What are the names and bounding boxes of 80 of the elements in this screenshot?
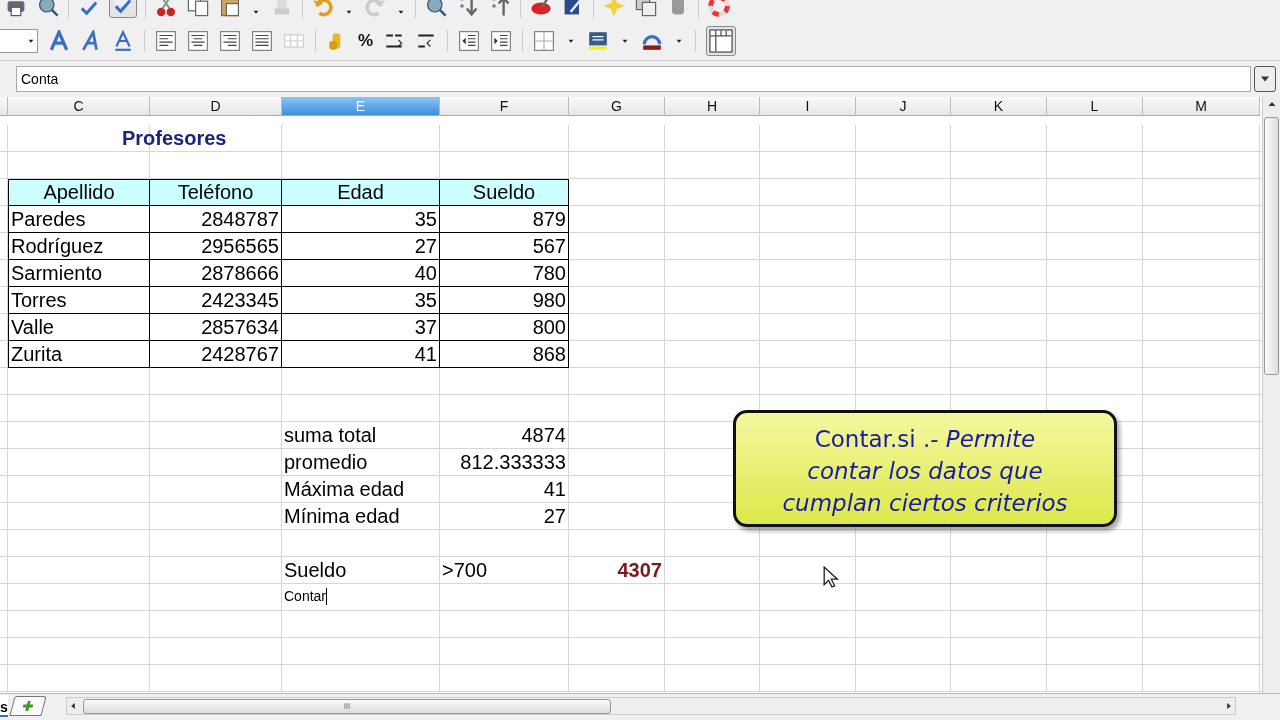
- result-cell-text: 4307: [616, 558, 663, 583]
- background-color-icon[interactable]: [587, 30, 610, 52]
- scissors-icon[interactable]: [154, 0, 178, 18]
- table-cell: 40: [282, 260, 440, 287]
- borders-icon[interactable]: [533, 30, 556, 52]
- column-header[interactable]: J: [856, 97, 951, 116]
- bold-icon[interactable]: [48, 30, 70, 52]
- increase-indent-icon[interactable]: [490, 30, 513, 52]
- table-cell: 35: [282, 287, 440, 314]
- table-cell: 2848787: [150, 206, 282, 233]
- table-cell: Rodríguez: [8, 233, 150, 260]
- cell-editor[interactable]: Contar: [284, 587, 328, 606]
- table-cell-text: Máxima edad: [283, 477, 406, 502]
- table-cell: 2878666: [150, 260, 282, 287]
- clipboard-icon[interactable]: [218, 0, 242, 18]
- scrollbar-thumb[interactable]: [1264, 117, 1279, 375]
- decrease-indent-icon[interactable]: [458, 30, 481, 52]
- percent-button[interactable]: %: [358, 31, 374, 51]
- align-left-icon[interactable]: [155, 30, 177, 52]
- table-cell-text: Sueldo: [283, 558, 348, 583]
- table-cell: Paredes: [8, 206, 150, 233]
- lifebuoy-icon[interactable]: [707, 0, 731, 18]
- underline-icon[interactable]: [112, 30, 134, 52]
- callout-note: Contar.si .- Permite contar los datos que cumplan ciertos criterios: [733, 410, 1117, 527]
- add-sheet-button[interactable]: [9, 696, 47, 716]
- star-icon[interactable]: [602, 0, 626, 18]
- column-header[interactable]: K: [951, 97, 1047, 116]
- expand-button[interactable]: [1254, 66, 1276, 92]
- search-icon[interactable]: [36, 0, 60, 18]
- column-header[interactable]: L: [1047, 97, 1143, 116]
- table-cell: Valle: [8, 314, 150, 341]
- sheet-tab[interactable]: s: [0, 695, 8, 717]
- table-cell: 868: [440, 341, 569, 368]
- align-right-icon[interactable]: [219, 30, 241, 52]
- table-cell: 980: [440, 287, 569, 314]
- table-header-cell: Teléfono: [150, 179, 282, 206]
- grid-icon[interactable]: [706, 26, 737, 56]
- table-cell: Torres: [8, 287, 150, 314]
- column-header[interactable]: H: [665, 97, 760, 116]
- table-cell: Zurita: [8, 341, 150, 368]
- table-cell-text: Mínima edad: [283, 504, 401, 529]
- align-center-icon[interactable]: [187, 30, 209, 52]
- table-cell: 800: [440, 314, 569, 341]
- table-cell-text: promedio: [283, 450, 369, 475]
- table-cell: 41: [282, 341, 440, 368]
- column-header[interactable]: M: [1143, 97, 1260, 116]
- scrollbar-thumb[interactable]: [82, 698, 611, 714]
- table-cell: 2857634: [150, 314, 282, 341]
- table-header-cell: Apellido: [8, 179, 150, 206]
- table-cell-text: 4874: [520, 423, 567, 448]
- column-header[interactable]: C: [8, 97, 150, 116]
- table-header-cell: Edad: [282, 179, 440, 206]
- column-header[interactable]: D: [150, 97, 282, 116]
- table-cell: 2428767: [150, 341, 282, 368]
- table-header-cell: Sueldo: [440, 179, 569, 206]
- table-title: Profesores: [122, 127, 227, 150]
- copy-icon[interactable]: [186, 0, 210, 18]
- column-header[interactable]: I: [760, 97, 856, 116]
- table-cell-text: 41: [542, 477, 567, 502]
- table-cell: 780: [440, 260, 569, 287]
- justify-icon[interactable]: [251, 30, 273, 52]
- table-cell-text: 27: [542, 504, 567, 529]
- column-header[interactable]: G: [569, 97, 665, 116]
- formula-input-field[interactable]: Conta: [16, 66, 1251, 92]
- font-size-dropdown[interactable]: [0, 29, 38, 53]
- table-cell-text: 812.333333: [459, 450, 567, 475]
- table-cell-text: suma total: [283, 423, 378, 448]
- horizontal-scrollbar[interactable]: [65, 697, 1236, 715]
- frames-icon[interactable]: [634, 0, 658, 18]
- table-cell: 2423345: [150, 287, 282, 314]
- table-cell: 37: [282, 314, 440, 341]
- column-header[interactable]: F: [440, 97, 569, 116]
- table-cell-text: >700: [441, 558, 489, 583]
- table-cell: Sarmiento: [8, 260, 150, 287]
- table-cell: 35: [282, 206, 440, 233]
- table-cell: 2956565: [150, 233, 282, 260]
- table-cell: 879: [440, 206, 569, 233]
- table-cell: 567: [440, 233, 569, 260]
- search-icon[interactable]: [424, 0, 448, 18]
- table-cell: 27: [282, 233, 440, 260]
